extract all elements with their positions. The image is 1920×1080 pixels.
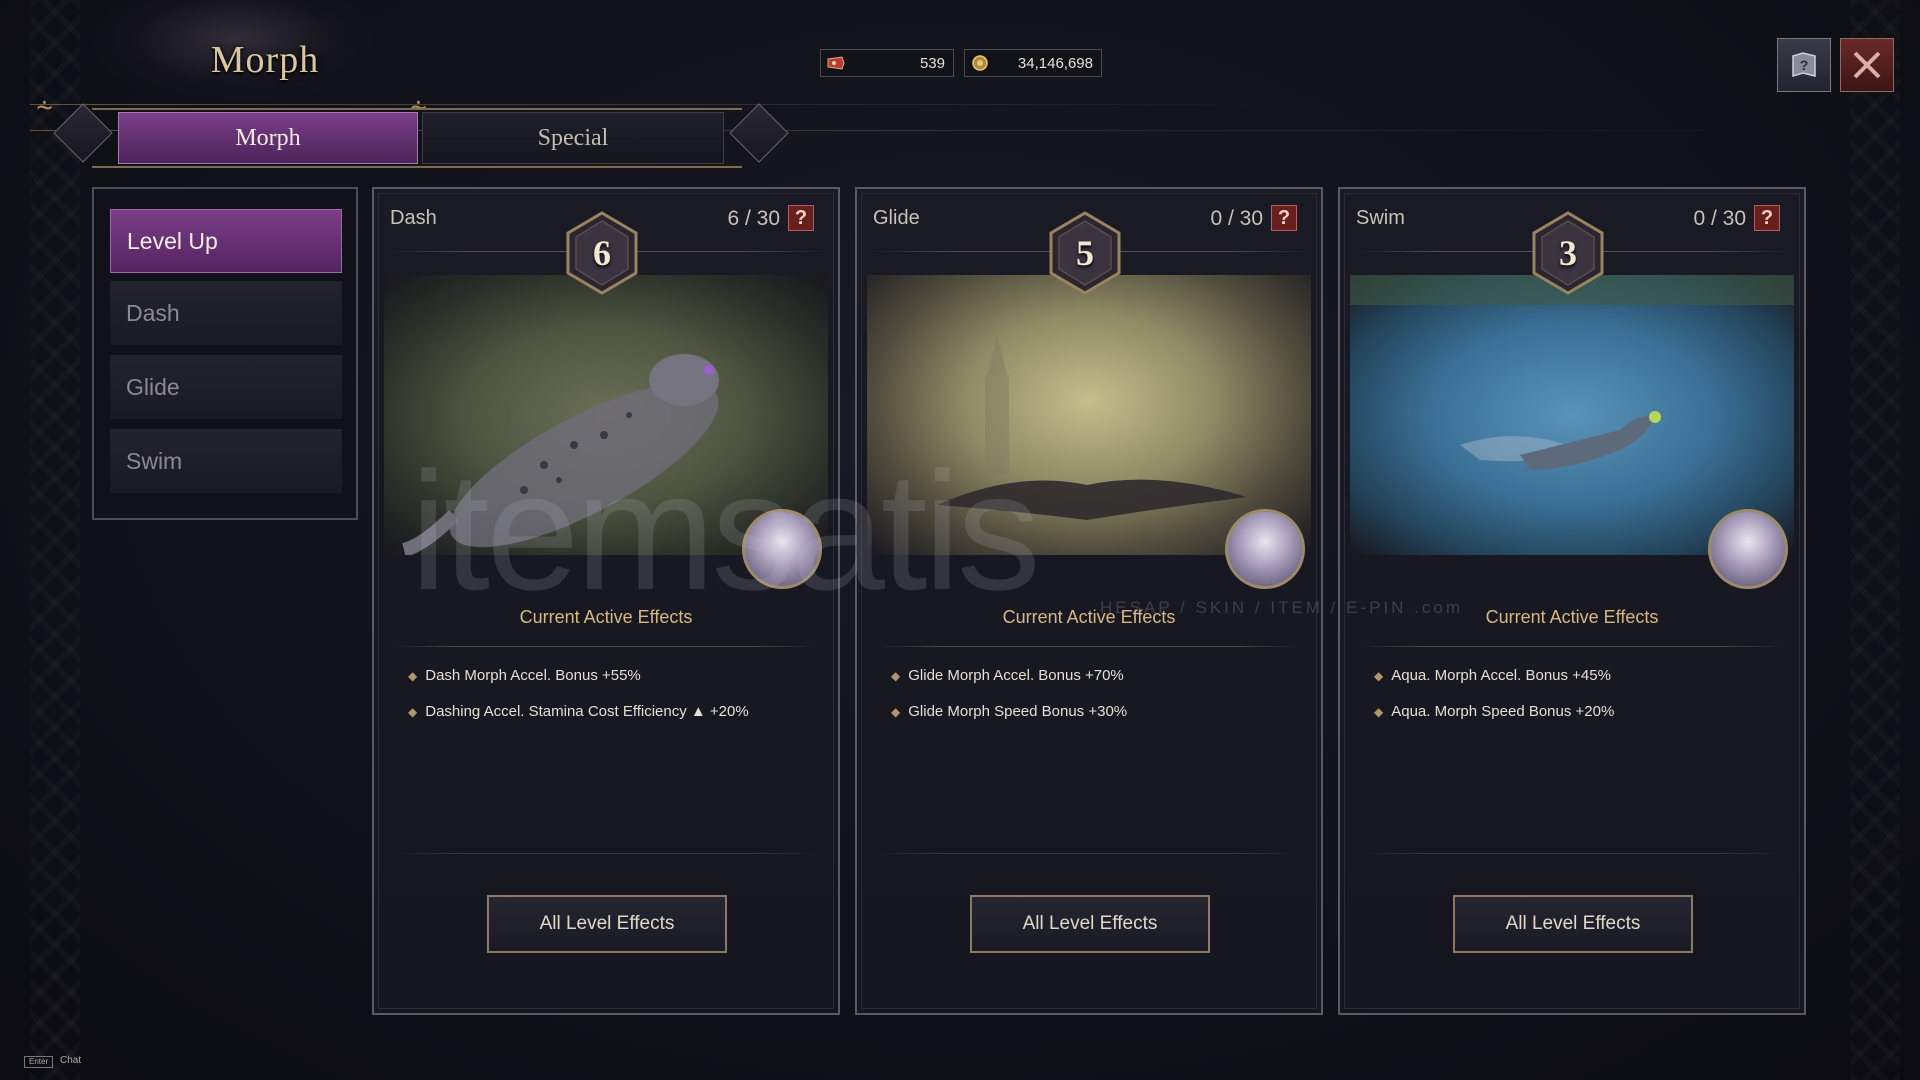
all-level-effects-button[interactable]: All Level Effects [487, 895, 727, 953]
ticket-icon [825, 52, 847, 74]
swim-portrait-icon [1708, 509, 1788, 589]
help-question-icon[interactable]: ? [1271, 205, 1297, 231]
glide-portrait-icon [1225, 509, 1305, 589]
close-icon [1853, 51, 1881, 79]
effect-item: ◆ Dashing Accel. Stamina Cost Efficiency … [408, 703, 749, 720]
level-number: 3 [1559, 233, 1577, 273]
header-divider-top [30, 104, 1880, 105]
effects-title: Current Active Effects [519, 607, 693, 627]
currency-gold: 34,146,698 [964, 49, 1102, 77]
close-button[interactable] [1840, 38, 1894, 92]
left-menu: Level Up Dash Glide Swim [92, 187, 358, 520]
diamond-bullet-icon: ◆ [408, 705, 418, 719]
ornament-curl-left: ⸞ [36, 92, 54, 125]
help-question-icon[interactable]: ? [1754, 205, 1780, 231]
effects-title: Current Active Effects [1485, 607, 1659, 627]
effect-item: ◆ Dash Morph Accel. Bonus +55% [408, 667, 641, 684]
level-count: 0 / 30 [1693, 207, 1746, 230]
right-border-pattern [1850, 0, 1900, 1080]
all-level-effects-button[interactable]: All Level Effects [970, 895, 1210, 953]
diamond-bullet-icon: ◆ [891, 705, 901, 719]
card-name: Glide [873, 207, 920, 229]
swim-artwork [1350, 275, 1794, 555]
morph-card-glide: Glide 5 0 / 30 ? Current Active Effects … [855, 187, 1323, 1015]
effect-item: ◆ Glide Morph Speed Bonus +30% [891, 703, 1128, 720]
ticket-count: 539 [919, 54, 945, 72]
diamond-bullet-icon: ◆ [408, 669, 418, 683]
all-level-effects-button[interactable]: All Level Effects [1453, 895, 1693, 953]
level-badge: 3 [1530, 211, 1606, 295]
level-count: 6 / 30 [727, 207, 780, 230]
level-badge: 6 [564, 211, 640, 295]
chat-enter-key: Enter [24, 1056, 54, 1068]
morph-card-swim: Swim 3 0 / 30 ? Current Active Effects ◆… [1338, 187, 1806, 1015]
effect-item: ◆ Aqua. Morph Speed Bonus +20% [1374, 703, 1615, 720]
tab-special[interactable]: Special [422, 112, 724, 164]
card-name: Swim [1356, 207, 1405, 229]
diamond-bullet-icon: ◆ [1374, 705, 1384, 719]
dash-portrait-icon [742, 509, 822, 589]
effects-title: Current Active Effects [1002, 607, 1176, 627]
currency-ticket: 539 [820, 49, 954, 77]
window-title: Morph [210, 39, 320, 81]
effect-item: ◆ Glide Morph Accel. Bonus +70% [891, 667, 1124, 684]
diamond-bullet-icon: ◆ [891, 669, 901, 683]
level-number: 5 [1076, 233, 1094, 273]
menu-item-glide[interactable]: Glide [110, 355, 342, 419]
effect-item: ◆ Aqua. Morph Accel. Bonus +45% [1374, 667, 1611, 684]
tab-morph[interactable]: Morph [118, 112, 418, 164]
menu-item-level-up[interactable]: Level Up [110, 209, 342, 273]
level-badge: 5 [1047, 211, 1123, 295]
left-border-pattern [30, 0, 80, 1080]
level-number: 6 [593, 233, 611, 273]
help-book-icon: ? [1792, 52, 1816, 78]
level-count: 0 / 30 [1210, 207, 1263, 230]
gold-coin-icon [969, 52, 991, 74]
help-book-button[interactable]: ? [1777, 38, 1831, 92]
menu-item-swim[interactable]: Swim [110, 429, 342, 493]
card-name: Dash [390, 207, 437, 229]
diamond-bullet-icon: ◆ [1374, 669, 1384, 683]
menu-item-dash[interactable]: Dash [110, 281, 342, 345]
gold-count: 34,146,698 [1017, 54, 1093, 72]
glide-artwork [867, 275, 1311, 555]
svg-text:?: ? [1800, 57, 1809, 73]
chat-label[interactable]: Chat [60, 1055, 81, 1066]
help-question-icon[interactable]: ? [788, 205, 814, 231]
morph-card-dash: Dash 6 6 / 30 ? Current Active Effects ◆… [372, 187, 840, 1015]
dash-artwork [384, 275, 828, 555]
